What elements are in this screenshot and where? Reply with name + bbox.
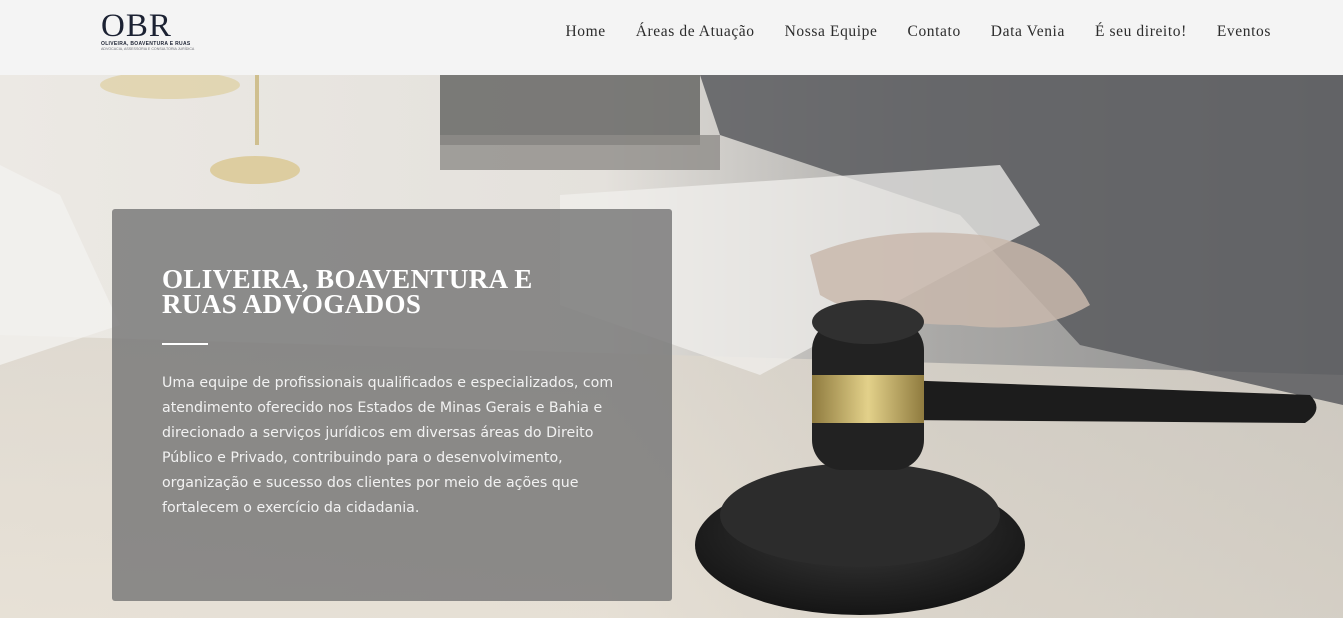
nav-item-nossa-equipe[interactable]: Nossa Equipe xyxy=(785,22,878,42)
nav-item-eventos[interactable]: Eventos xyxy=(1217,22,1271,42)
site-logo[interactable]: OBR OLIVEIRA, BOAVENTURA E RUAS ADVOCACI… xyxy=(101,8,195,57)
logo-mark: OBR xyxy=(101,8,172,44)
logo-tagline: ADVOCACIA, ASSESSORIA E CONSULTORIA JURÍ… xyxy=(101,47,195,51)
nav-item-home[interactable]: Home xyxy=(565,22,605,42)
nav-item-contato[interactable]: Contato xyxy=(908,22,961,42)
nav-item-e-seu-direito[interactable]: É seu direito! xyxy=(1095,22,1187,42)
site-header: OBR OLIVEIRA, BOAVENTURA E RUAS ADVOCACI… xyxy=(0,0,1343,75)
nav-item-data-venia[interactable]: Data Venia xyxy=(991,22,1065,42)
title-divider xyxy=(162,343,208,345)
hero-description: Uma equipe de profissionais qualificados… xyxy=(162,375,614,516)
hero-card: OLIVEIRA, BOAVENTURA E RUAS ADVOGADOS Um… xyxy=(112,209,672,601)
main-nav: Home Áreas de Atuação Nossa Equipe Conta… xyxy=(535,22,1271,42)
hero-title: OLIVEIRA, BOAVENTURA E RUAS ADVOGADOS xyxy=(162,264,533,319)
nav-item-areas-de-atuacao[interactable]: Áreas de Atuação xyxy=(636,22,755,42)
